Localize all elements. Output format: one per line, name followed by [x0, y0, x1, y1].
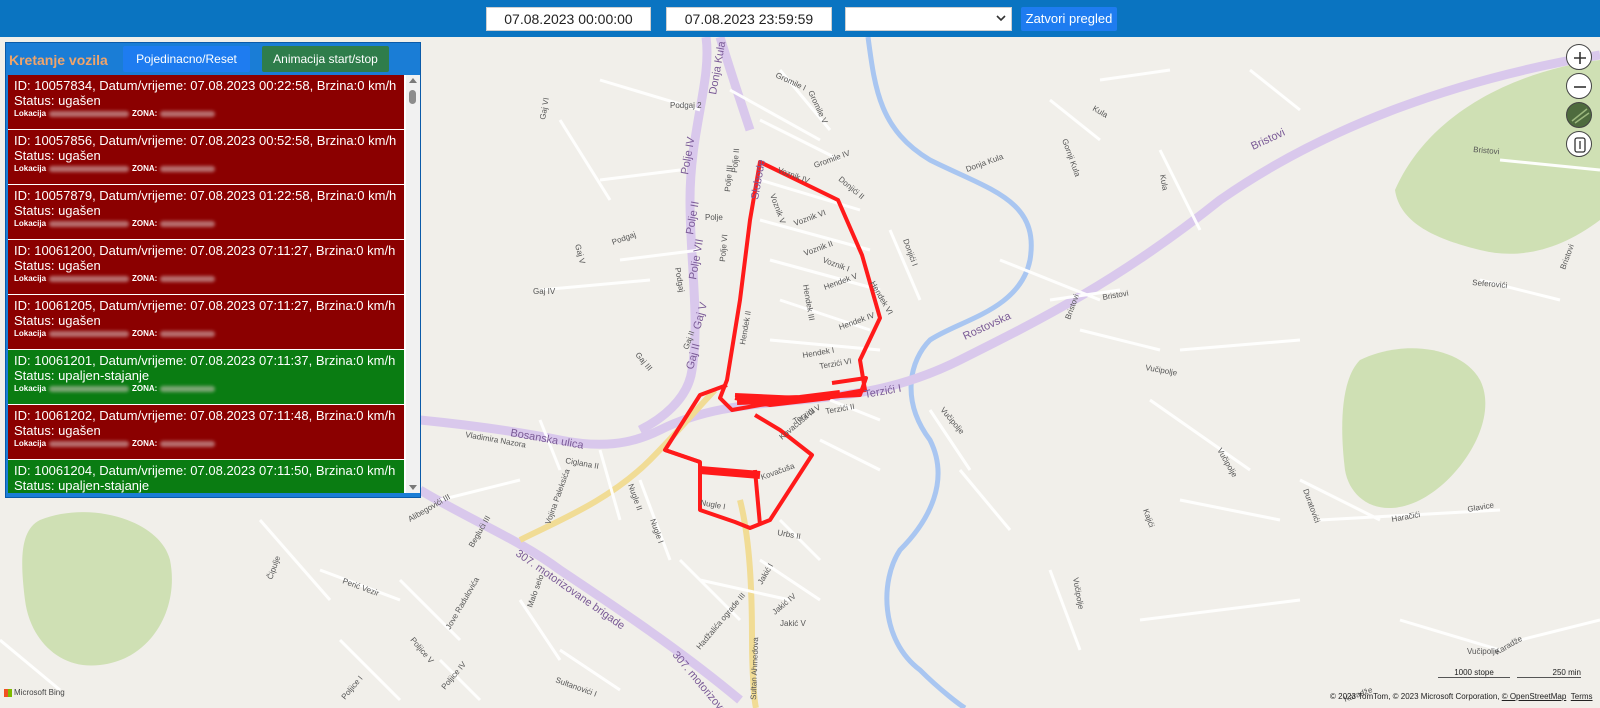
event-line: ID: 10061204, Datum/vrijeme: 07.08.2023 …: [14, 463, 396, 478]
event-line: ID: 10057879, Datum/vrijeme: 07.08.2023 …: [14, 188, 397, 203]
event-line: ID: 10061205, Datum/vrijeme: 07.08.2023 …: [14, 298, 396, 313]
event-entry[interactable]: ID: 10061200, Datum/vrijeme: 07.08.2023 …: [8, 240, 404, 294]
reset-button[interactable]: Pojedinacno/Reset: [123, 46, 250, 72]
event-line: ID: 10057834, Datum/vrijeme: 07.08.2023 …: [14, 78, 397, 93]
microsoft-logo-icon: [4, 688, 12, 697]
event-line: ID: 10061202, Datum/vrijeme: 07.08.2023 …: [14, 408, 396, 423]
chevron-down-icon: [996, 15, 1006, 22]
map-label: Podgaj 2: [670, 101, 702, 110]
event-status: Status: ugašen: [14, 423, 101, 438]
event-location: Lokacija ZONA:: [14, 218, 404, 230]
date-from-input[interactable]: 07.08.2023 00:00:00: [486, 7, 651, 31]
top-toolbar: 07.08.2023 00:00:00 07.08.2023 23:59:59 …: [0, 0, 1600, 37]
event-location: Lokacija ZONA:: [14, 163, 404, 175]
map-style-button[interactable]: [1566, 102, 1592, 128]
zoom-in-button[interactable]: [1566, 44, 1592, 70]
event-line: ID: 10061201, Datum/vrijeme: 07.08.2023 …: [14, 353, 396, 368]
event-line: ID: 10057856, Datum/vrijeme: 07.08.2023 …: [14, 133, 397, 148]
event-location: Lokacija ZONA:: [14, 438, 404, 450]
event-status: Status: ugašen: [14, 148, 101, 163]
event-location: Lokacija ZONA:: [14, 328, 404, 340]
vehicle-select[interactable]: [845, 7, 1012, 31]
scroll-up-arrow[interactable]: [409, 78, 417, 83]
event-status: Status: ugašen: [14, 93, 101, 108]
date-to-input[interactable]: 07.08.2023 23:59:59: [666, 7, 832, 31]
close-view-button[interactable]: Zatvori pregled: [1021, 7, 1117, 31]
vehicle-movement-panel: Kretanje vozila Pojedinacno/Reset Animac…: [5, 42, 421, 498]
legend-button[interactable]: [1566, 131, 1592, 157]
event-entry[interactable]: ID: 10061202, Datum/vrijeme: 07.08.2023 …: [8, 405, 404, 459]
scroll-down-arrow[interactable]: [409, 485, 417, 490]
scrollbar[interactable]: [406, 75, 420, 493]
panel-title: Kretanje vozila: [9, 52, 108, 68]
map-style-icon: [1571, 108, 1590, 124]
event-status: Status: ugašen: [14, 203, 101, 218]
terms-link[interactable]: Terms: [1571, 692, 1593, 701]
event-entry[interactable]: ID: 10057856, Datum/vrijeme: 07.08.2023 …: [8, 130, 404, 184]
event-list[interactable]: ID: 10057834, Datum/vrijeme: 07.08.2023 …: [8, 75, 420, 493]
minus-icon: [1574, 86, 1586, 88]
map-label: Jakić V: [780, 619, 806, 628]
event-location: Lokacija ZONA:: [14, 108, 404, 120]
event-line: ID: 10061200, Datum/vrijeme: 07.08.2023 …: [14, 243, 396, 258]
map-label: Polje: [705, 213, 723, 222]
animation-toggle-button[interactable]: Animacija start/stop: [262, 46, 389, 72]
copyright: © 2023 TomTom, © 2023 Microsoft Corporat…: [1330, 692, 1593, 701]
plus-icon: [1574, 52, 1586, 64]
event-entry[interactable]: ID: 10057879, Datum/vrijeme: 07.08.2023 …: [8, 185, 404, 239]
map-label: Gaj IV: [533, 287, 556, 296]
event-entry[interactable]: ID: 10061201, Datum/vrijeme: 07.08.2023 …: [8, 350, 404, 404]
event-status: Status: ugašen: [14, 258, 101, 273]
event-location: Lokacija ZONA:: [14, 273, 404, 285]
scale-bar-metric: 250 min: [1517, 668, 1581, 678]
event-status: Status: upaljen-stajanje: [14, 368, 150, 383]
osm-link[interactable]: © OpenStreetMap: [1502, 692, 1567, 701]
legend-icon: [1574, 137, 1586, 153]
event-entry[interactable]: ID: 10061204, Datum/vrijeme: 07.08.2023 …: [8, 460, 404, 493]
zoom-out-button[interactable]: [1566, 73, 1592, 99]
event-entry[interactable]: ID: 10057834, Datum/vrijeme: 07.08.2023 …: [8, 75, 404, 129]
event-location: Lokacija ZONA:: [14, 383, 404, 395]
event-entry[interactable]: ID: 10061205, Datum/vrijeme: 07.08.2023 …: [8, 295, 404, 349]
event-status: Status: upaljen-stajanje: [14, 478, 150, 493]
event-status: Status: ugašen: [14, 313, 101, 328]
scale-bar-imperial: 1000 stope: [1438, 668, 1510, 678]
scroll-thumb[interactable]: [409, 90, 416, 104]
bing-logo: Microsoft Bing: [4, 688, 65, 697]
